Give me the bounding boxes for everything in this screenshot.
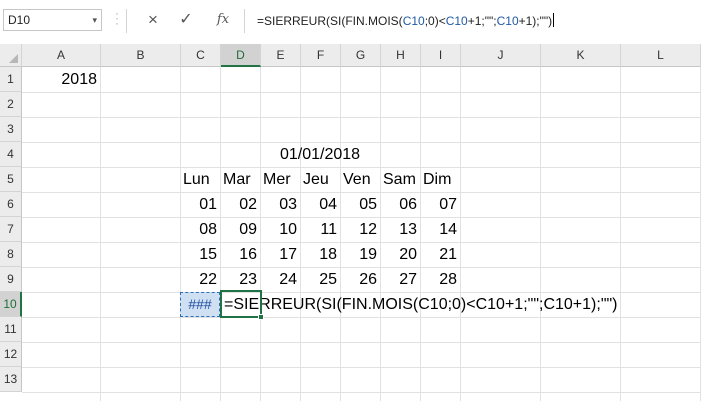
- day-cell[interactable]: 20: [380, 242, 420, 267]
- formula-text: +1;"";: [467, 14, 497, 28]
- row-header-13[interactable]: 13: [0, 367, 22, 392]
- formula-reference: C10: [496, 14, 519, 28]
- row-header-6[interactable]: 6: [0, 192, 22, 217]
- resize-handle-icon[interactable]: · · ·: [114, 9, 120, 30]
- column-header-f[interactable]: F: [301, 44, 341, 67]
- day-cell[interactable]: 17: [260, 242, 300, 267]
- column-header-c[interactable]: C: [181, 44, 221, 67]
- column-header-j[interactable]: J: [461, 44, 541, 67]
- column-header-l[interactable]: L: [621, 44, 701, 67]
- day-cell[interactable]: 12: [340, 217, 380, 242]
- formula-bar: D10 ▾ · · · × ✓ fx =SIERREUR(SI(FIN.MOIS(C…: [0, 0, 701, 44]
- column-header-d[interactable]: D: [221, 44, 261, 67]
- day-cell[interactable]: 25: [300, 267, 340, 292]
- spreadsheet-grid[interactable]: A B C D E F G H I J K L 1 2 3 4 5 6 7 8 …: [0, 44, 701, 401]
- day-cell[interactable]: 16: [220, 242, 260, 267]
- formula-input[interactable]: =SIERREUR(SI(FIN.MOIS(C10;0)<C10+1;"";C1…: [244, 9, 700, 33]
- day-cell[interactable]: 14: [420, 217, 460, 242]
- formula-reference: C10: [445, 14, 468, 28]
- weekday-header[interactable]: Sam: [380, 167, 420, 192]
- day-cell[interactable]: 06: [380, 192, 420, 217]
- column-header-i[interactable]: I: [421, 44, 461, 67]
- day-cell[interactable]: 23: [220, 267, 260, 292]
- row-header-5[interactable]: 5: [0, 167, 22, 192]
- row-header-1[interactable]: 1: [0, 67, 22, 92]
- row-header-10[interactable]: 10: [0, 292, 22, 317]
- day-cell[interactable]: 05: [340, 192, 380, 217]
- row-header-7[interactable]: 7: [0, 217, 22, 242]
- cell-c4-date[interactable]: 01/01/2018: [180, 142, 460, 167]
- formula-text: =SIERREUR(SI(FIN.MOIS(: [257, 14, 403, 28]
- day-cell[interactable]: 22: [180, 267, 220, 292]
- column-header-a[interactable]: A: [22, 44, 101, 67]
- weekday-header[interactable]: Mar: [220, 167, 260, 192]
- column-header-b[interactable]: B: [101, 44, 181, 67]
- day-cell[interactable]: 03: [260, 192, 300, 217]
- weekday-header[interactable]: Ven: [340, 167, 380, 192]
- gridline: [22, 117, 701, 118]
- day-cell[interactable]: 19: [340, 242, 380, 267]
- gridline: [22, 367, 701, 368]
- formula-text: ;0)<: [424, 14, 446, 28]
- text-cursor: [553, 13, 555, 27]
- active-cell-border: [220, 290, 262, 318]
- row-header-2[interactable]: 2: [0, 92, 22, 117]
- enter-icon[interactable]: ✓: [178, 11, 194, 29]
- day-cell[interactable]: 04: [300, 192, 340, 217]
- day-cell[interactable]: 15: [180, 242, 220, 267]
- day-cell[interactable]: 10: [260, 217, 300, 242]
- row-header-4[interactable]: 4: [0, 142, 22, 167]
- name-box[interactable]: D10 ▾: [3, 9, 102, 31]
- day-cell[interactable]: 01: [180, 192, 220, 217]
- row-header-11[interactable]: 11: [0, 317, 22, 342]
- day-cell[interactable]: 13: [380, 217, 420, 242]
- column-header-k[interactable]: K: [541, 44, 621, 67]
- insert-function-icon[interactable]: fx: [214, 11, 232, 29]
- day-cell[interactable]: 09: [220, 217, 260, 242]
- fill-handle[interactable]: [258, 314, 264, 320]
- cancel-icon[interactable]: ×: [145, 11, 161, 29]
- cell-c10-referenced[interactable]: ###: [180, 292, 220, 317]
- gridline: [22, 92, 701, 93]
- formula-bar-divider: [126, 9, 127, 33]
- cell-d10-formula-edit[interactable]: =SIERREUR(SI(FIN.MOIS(C10;0)<C10+1;"";C1…: [221, 292, 691, 317]
- weekday-header[interactable]: Dim: [420, 167, 460, 192]
- day-cell[interactable]: 02: [220, 192, 260, 217]
- day-cell[interactable]: 21: [420, 242, 460, 267]
- day-cell[interactable]: 07: [420, 192, 460, 217]
- weekday-header[interactable]: Mer: [260, 167, 300, 192]
- day-cell[interactable]: 18: [300, 242, 340, 267]
- chevron-down-icon[interactable]: ▾: [92, 10, 97, 30]
- column-header-h[interactable]: H: [381, 44, 421, 67]
- day-cell[interactable]: 24: [260, 267, 300, 292]
- column-header-e[interactable]: E: [261, 44, 301, 67]
- weekday-header[interactable]: Jeu: [300, 167, 340, 192]
- gridline: [22, 392, 701, 393]
- day-cell[interactable]: 11: [300, 217, 340, 242]
- weekday-header[interactable]: Lun: [180, 167, 220, 192]
- select-all-icon: [9, 54, 18, 63]
- gridline: [22, 342, 701, 343]
- select-all-button[interactable]: [0, 44, 22, 67]
- name-box-value: D10: [8, 13, 31, 27]
- row-header-8[interactable]: 8: [0, 242, 22, 267]
- day-cell[interactable]: 27: [380, 267, 420, 292]
- gridline: [22, 317, 701, 318]
- day-cell[interactable]: 26: [340, 267, 380, 292]
- day-cell[interactable]: 08: [180, 217, 220, 242]
- row-header-12[interactable]: 12: [0, 342, 22, 367]
- column-header-g[interactable]: G: [341, 44, 381, 67]
- row-header-9[interactable]: 9: [0, 267, 22, 292]
- day-cell[interactable]: 28: [420, 267, 460, 292]
- formula-text: +1);""): [518, 14, 553, 28]
- cell-a1[interactable]: 2018: [22, 67, 100, 92]
- row-header-3[interactable]: 3: [0, 117, 22, 142]
- formula-reference: C10: [402, 14, 425, 28]
